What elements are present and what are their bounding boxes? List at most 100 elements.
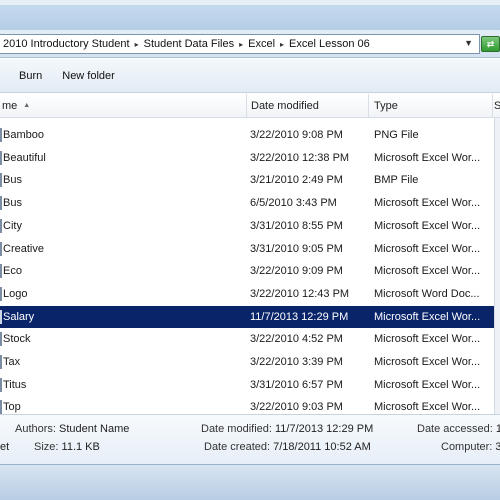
file-name: Tax	[3, 356, 21, 368]
file-name: Bus	[3, 174, 22, 187]
date-created-value: 7/18/2011 10:52 AM	[273, 441, 371, 453]
date-accessed-label: Date accessed:	[417, 423, 493, 435]
column-header-type-label: Type	[374, 100, 398, 112]
file-icon[interactable]	[0, 241, 2, 256]
sort-ascending-icon: ▲	[23, 102, 31, 109]
file-type: BMP File	[374, 174, 419, 187]
file-row[interactable]: Bamboo 3/22/2010 9:08 PM PNG File	[0, 124, 494, 146]
file-type: Microsoft Excel Wor...	[374, 333, 481, 346]
file-name: City	[3, 219, 22, 232]
refresh-button[interactable]: ⇄	[481, 36, 500, 52]
window-title-bar	[0, 0, 500, 30]
file-icon[interactable]	[0, 196, 2, 211]
file-name: Beautiful	[3, 151, 46, 164]
file-list: Bamboo 3/22/2010 9:08 PM PNG File Beautiful…	[0, 118, 500, 414]
file-name: Titus	[3, 378, 27, 391]
file-row[interactable]: Bus 3/21/2010 2:49 PM BMP File	[0, 169, 494, 191]
computer-value: 3	[495, 441, 500, 453]
file-name: Creative	[3, 242, 44, 255]
file-icon[interactable]	[0, 150, 2, 165]
breadcrumb-item[interactable]: Excel	[248, 38, 275, 50]
column-header-size[interactable]: S	[493, 94, 500, 118]
date-modified-label: Date modified:	[201, 423, 272, 435]
file-icon[interactable]	[0, 218, 2, 233]
computer-field: Computer: 3	[441, 441, 500, 453]
file-date-modified: 3/31/2010 8:55 PM	[250, 219, 343, 232]
authors-label: Authors:	[15, 423, 56, 435]
file-date-modified: 3/31/2010 6:57 PM	[250, 378, 343, 391]
file-date-modified: 6/5/2010 3:43 PM	[250, 197, 337, 210]
file-row[interactable]: Logo 3/22/2010 12:43 PM Microsoft Word Doc…	[0, 283, 494, 305]
breadcrumb-item[interactable]: 2010 Introductory Student	[3, 38, 130, 50]
column-header-type[interactable]: Type	[369, 94, 493, 118]
file-icon[interactable]	[0, 128, 2, 142]
file-name: Eco	[3, 265, 22, 278]
size-value: 11.1 KB	[61, 441, 100, 453]
column-header-date-label: Date modified	[251, 100, 319, 112]
file-row[interactable]: Eco 3/22/2010 9:09 PM Microsoft Excel Wor.…	[0, 260, 494, 282]
file-icon[interactable]	[0, 173, 2, 188]
file-date-modified: 3/22/2010 12:43 PM	[250, 287, 350, 300]
file-row[interactable]: Salary 11/7/2013 12:29 PM Microsoft Excel …	[0, 305, 494, 328]
column-header-name-label: me	[2, 100, 18, 112]
date-created-field: Date created: 7/18/2011 10:52 AM	[204, 441, 371, 453]
date-accessed-field: Date accessed: 1	[417, 423, 500, 435]
file-row[interactable]: Beautiful 3/22/2010 12:38 PM Microsoft Exc…	[0, 147, 494, 169]
file-row[interactable]: Creative 3/31/2010 9:05 PM Microsoft Excel…	[0, 238, 494, 260]
new-folder-button[interactable]: New folder	[57, 68, 120, 84]
burn-button[interactable]: Burn	[14, 68, 47, 84]
file-type: Microsoft Excel Wor...	[374, 265, 481, 278]
file-name: Logo	[3, 287, 28, 300]
file-date-modified: 3/22/2010 3:39 PM	[250, 356, 343, 368]
size-field: Size: 11.1 KB	[34, 441, 100, 453]
date-accessed-value: 1	[495, 423, 500, 435]
file-icon[interactable]	[0, 332, 2, 347]
file-type: Microsoft Excel Wor...	[374, 378, 481, 391]
file-row[interactable]: Stock 3/22/2010 4:52 PM Microsoft Excel Wo…	[0, 328, 494, 350]
file-icon[interactable]	[0, 309, 2, 324]
file-row[interactable]: Bus 6/5/2010 3:43 PM Microsoft Excel Wor..…	[0, 192, 494, 214]
file-icon[interactable]	[0, 400, 2, 414]
file-type: Microsoft Excel Wor...	[374, 401, 481, 414]
column-header-date-modified[interactable]: Date modified	[246, 94, 369, 118]
file-type: Microsoft Excel Wor...	[374, 310, 481, 323]
file-type: Microsoft Excel Wor...	[374, 197, 481, 210]
file-icon[interactable]	[0, 355, 2, 369]
breadcrumb-item[interactable]: Student Data Files	[144, 38, 235, 50]
authors-value[interactable]: Student Name	[59, 423, 129, 435]
file-row[interactable]: Tax 3/22/2010 3:39 PM Microsoft Excel Wor.…	[0, 351, 494, 373]
column-header-name[interactable]: me ▲	[0, 94, 247, 118]
computer-label: Computer:	[441, 441, 493, 453]
address-bar[interactable]: 2010 Introductory Student ▸ Student Data…	[0, 34, 480, 54]
file-icon[interactable]	[0, 377, 2, 392]
breadcrumb-chevron-icon[interactable]: ▸	[239, 40, 243, 49]
vertical-scrollbar[interactable]	[494, 118, 500, 414]
date-modified-value: 11/7/2013 12:29 PM	[275, 423, 374, 435]
file-row[interactable]: City 3/31/2010 8:55 PM Microsoft Excel Wor…	[0, 215, 494, 237]
breadcrumb-chevron-icon[interactable]: ▸	[135, 40, 139, 49]
file-icon[interactable]	[0, 264, 2, 279]
file-date-modified: 11/7/2013 12:29 PM	[250, 310, 349, 323]
date-created-label: Date created:	[204, 441, 271, 453]
file-date-modified: 3/22/2010 9:03 PM	[250, 401, 343, 414]
file-date-modified: 3/22/2010 4:52 PM	[250, 333, 343, 346]
file-type: Microsoft Excel Wor...	[374, 151, 481, 164]
file-row[interactable]: Top 3/22/2010 9:03 PM Microsoft Excel Wor.…	[0, 396, 494, 414]
file-name: Bamboo	[3, 129, 44, 141]
file-name: Bus	[3, 197, 22, 210]
file-row[interactable]: Titus 3/31/2010 6:57 PM Microsoft Excel Wo…	[0, 374, 494, 396]
file-date-modified: 3/22/2010 9:08 PM	[250, 129, 343, 141]
file-type: Microsoft Excel Wor...	[374, 242, 481, 255]
address-history-dropdown-icon[interactable]: ▼	[464, 38, 473, 48]
title-bar-strip	[0, 0, 500, 5]
file-name: Salary	[3, 310, 35, 323]
address-row: 2010 Introductory Student ▸ Student Data…	[0, 30, 500, 58]
file-name: Top	[3, 401, 21, 414]
breadcrumb-chevron-icon[interactable]: ▸	[280, 40, 284, 49]
authors-field: Authors: Student Name	[15, 423, 129, 435]
breadcrumb-item[interactable]: Excel Lesson 06	[289, 38, 370, 50]
file-icon[interactable]	[0, 286, 2, 301]
file-type: Microsoft Word Doc...	[374, 287, 480, 300]
file-date-modified: 3/31/2010 9:05 PM	[250, 242, 343, 255]
column-header-row: me ▲ Date modified Type S	[0, 94, 500, 118]
